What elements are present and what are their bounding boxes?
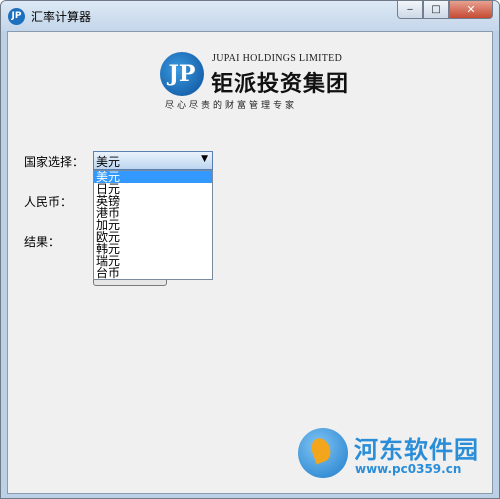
- window-title: 汇率计算器: [31, 10, 92, 24]
- watermark-logo-icon: [298, 428, 348, 478]
- window-controls: ‒ □ ✕: [397, 1, 493, 21]
- country-dropdown-list[interactable]: 美元 日元 英镑 港币 加元 欧元 韩元 瑞元 台币: [93, 170, 213, 280]
- company-name-english: JUPAI HOLDINGS LIMITED: [212, 53, 343, 64]
- country-label: 国家选择：: [24, 155, 85, 169]
- company-logo-icon: JP: [160, 52, 204, 96]
- dropdown-option[interactable]: 台币: [94, 267, 212, 279]
- app-logo-icon: JP: [8, 8, 25, 25]
- country-select-value: 美元: [96, 155, 121, 169]
- maximize-button[interactable]: □: [423, 1, 449, 19]
- minimize-button[interactable]: ‒: [397, 1, 423, 19]
- chevron-down-icon[interactable]: ▼: [201, 154, 208, 164]
- watermark-title: 河东软件园: [354, 436, 479, 464]
- title-bar[interactable]: JP 汇率计算器 ‒ □ ✕: [1, 1, 499, 31]
- result-label: 结果：: [24, 235, 61, 249]
- watermark-url: www.pc0359.cn: [355, 462, 462, 476]
- rmb-label: 人民币：: [24, 195, 73, 209]
- country-select[interactable]: 美元 ▼: [93, 151, 213, 170]
- close-button[interactable]: ✕: [449, 1, 493, 19]
- company-name-chinese: 钜派投资集团: [211, 72, 350, 97]
- company-slogan: 尽心尽责的财富管理专家: [165, 101, 298, 111]
